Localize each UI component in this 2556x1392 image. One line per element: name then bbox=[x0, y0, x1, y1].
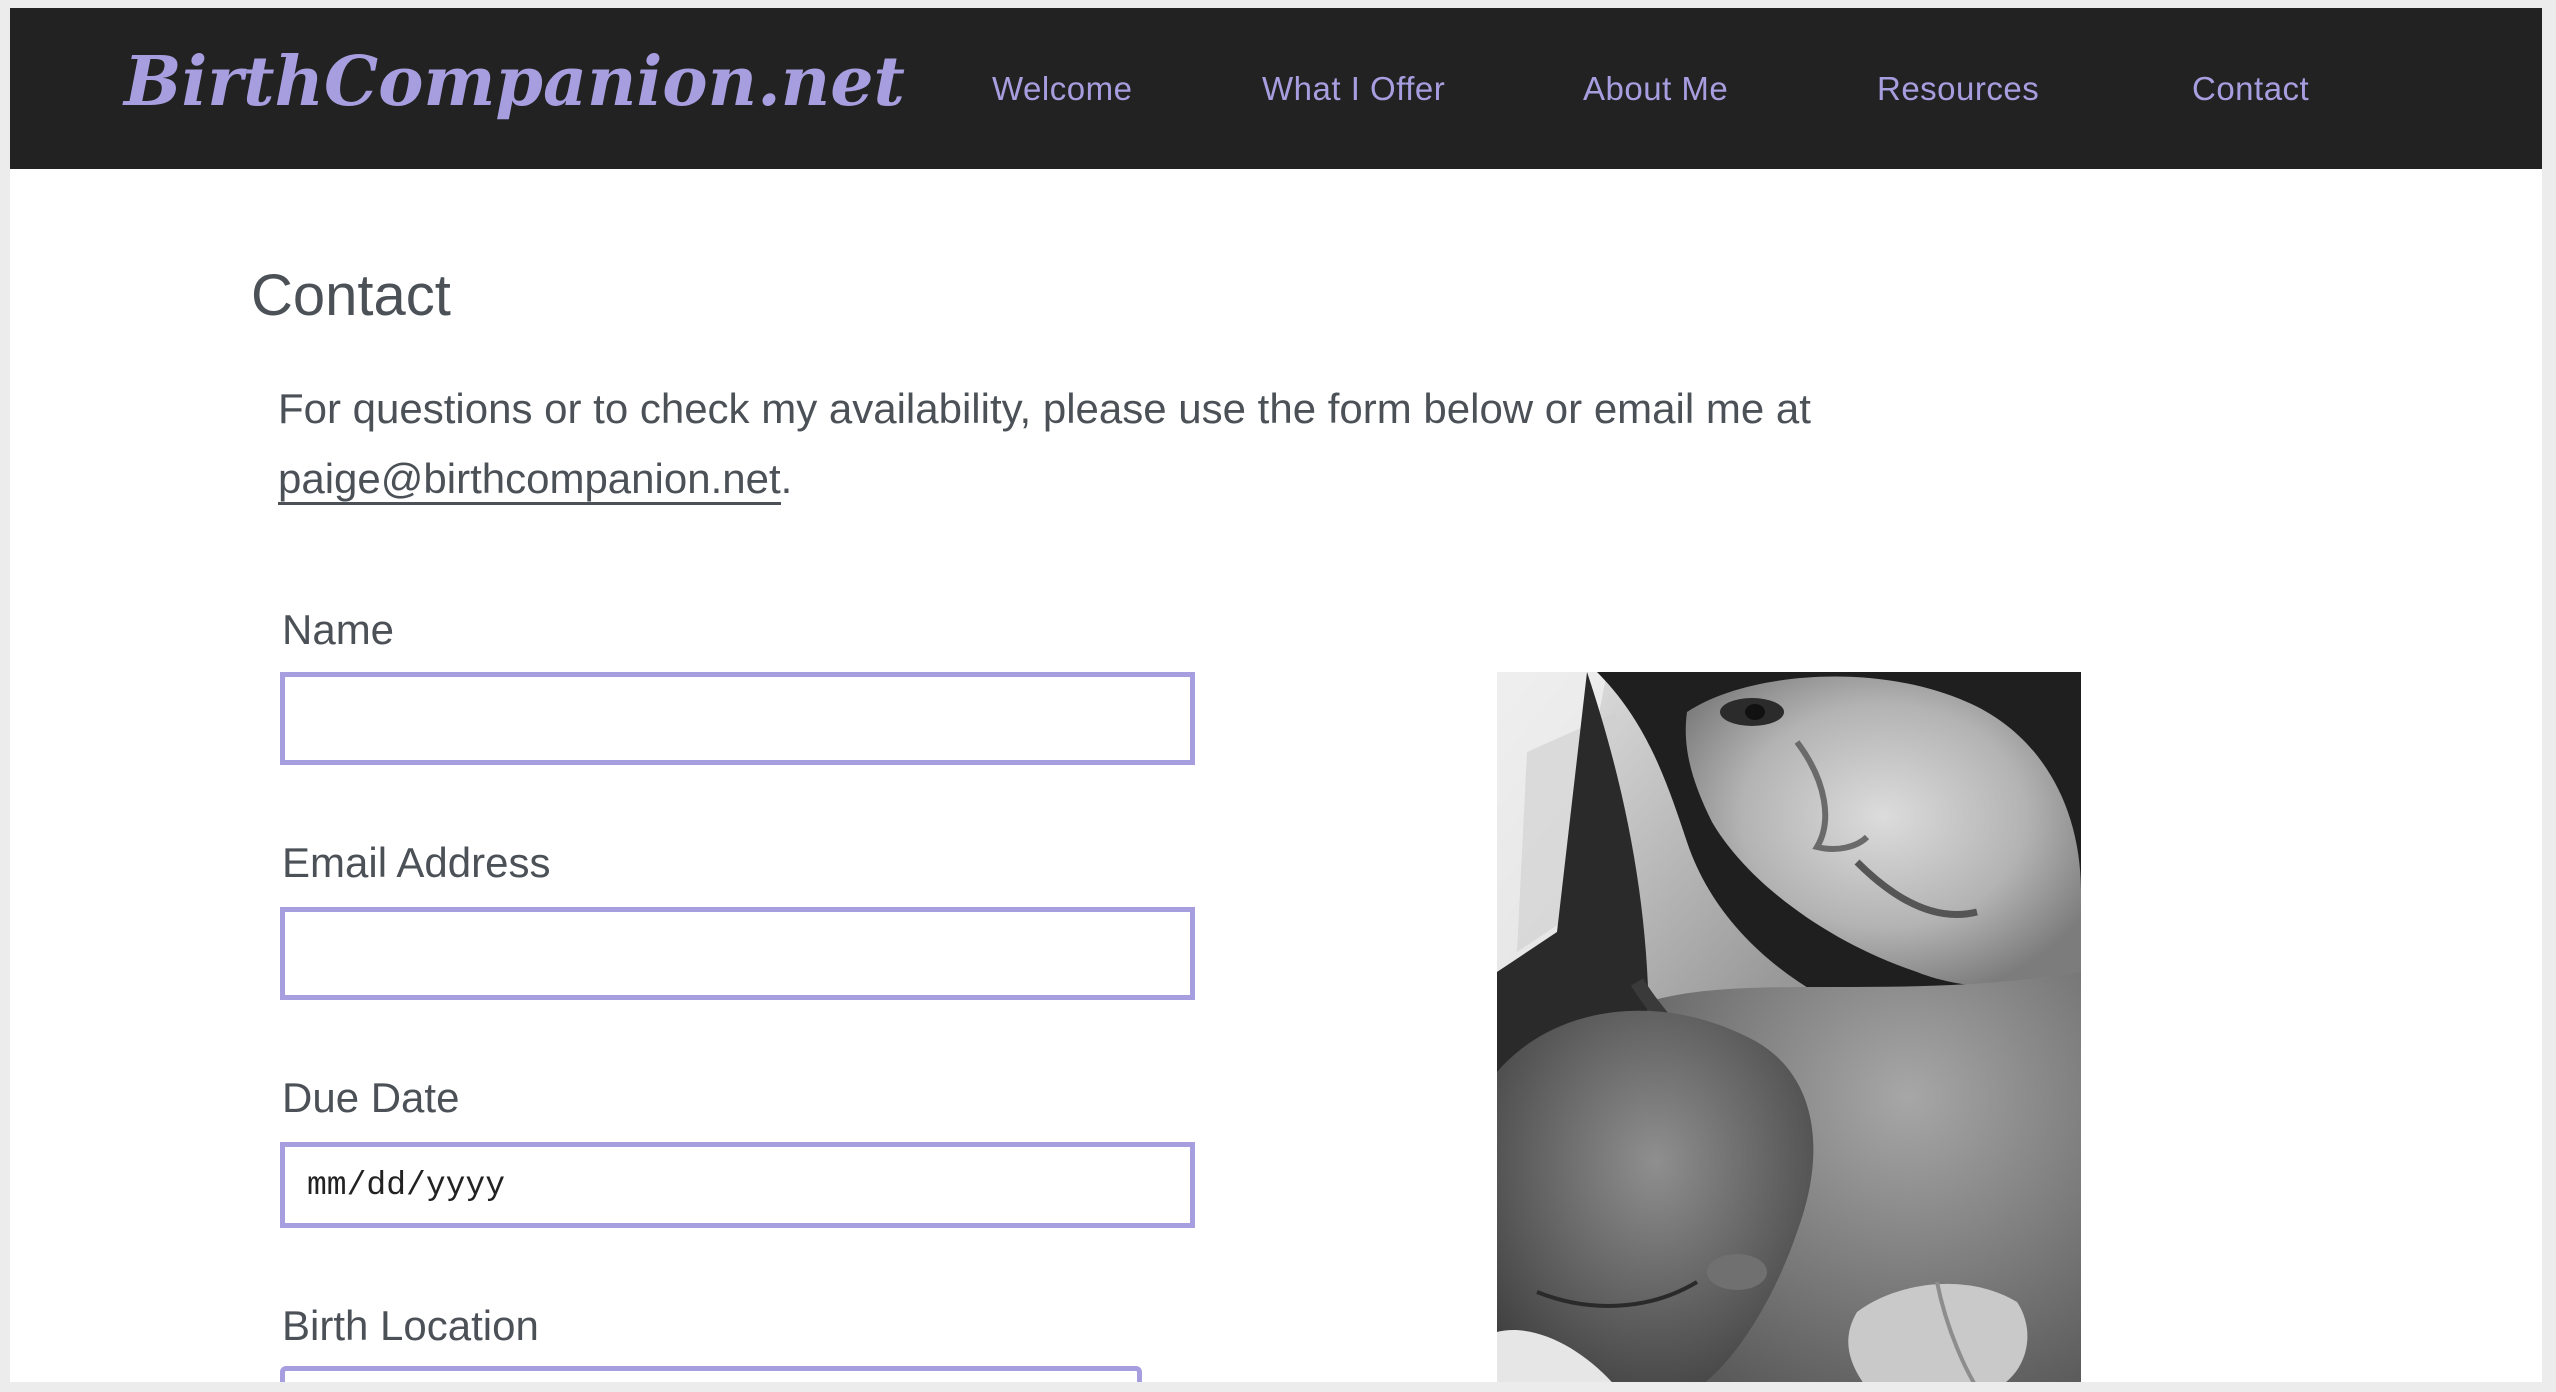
intro-end: . bbox=[780, 455, 793, 502]
site-header: BirthCompanion.net Welcome What I Offer … bbox=[10, 8, 2542, 169]
site-logo-link[interactable]: BirthCompanion.net bbox=[124, 42, 905, 122]
photo-illustration bbox=[1497, 672, 2081, 1382]
intro-text: For questions or to check my availabilit… bbox=[278, 385, 1811, 432]
nav-what-i-offer[interactable]: What I Offer bbox=[1262, 70, 1445, 108]
intro-paragraph: For questions or to check my availabilit… bbox=[278, 374, 1978, 514]
nav-about-me[interactable]: About Me bbox=[1583, 70, 1728, 108]
due-date-label: Due Date bbox=[282, 1074, 460, 1121]
nav-resources[interactable]: Resources bbox=[1877, 70, 2039, 108]
page: BirthCompanion.net Welcome What I Offer … bbox=[10, 8, 2542, 1382]
name-label: Name bbox=[282, 606, 395, 653]
birth-location-input[interactable] bbox=[280, 1366, 1142, 1382]
email-link[interactable]: paige@birthcompanion.net bbox=[278, 455, 781, 505]
birth-location-label: Birth Location bbox=[282, 1302, 539, 1349]
due-date-input[interactable] bbox=[280, 1142, 1195, 1228]
email-label: Email Address bbox=[282, 839, 551, 886]
page-title: Contact bbox=[251, 263, 451, 328]
name-input[interactable] bbox=[280, 672, 1195, 765]
nav-welcome[interactable]: Welcome bbox=[992, 70, 1132, 108]
email-input[interactable] bbox=[280, 907, 1195, 1000]
mother-newborn-photo bbox=[1497, 672, 2081, 1382]
nav-contact[interactable]: Contact bbox=[2192, 70, 2309, 108]
